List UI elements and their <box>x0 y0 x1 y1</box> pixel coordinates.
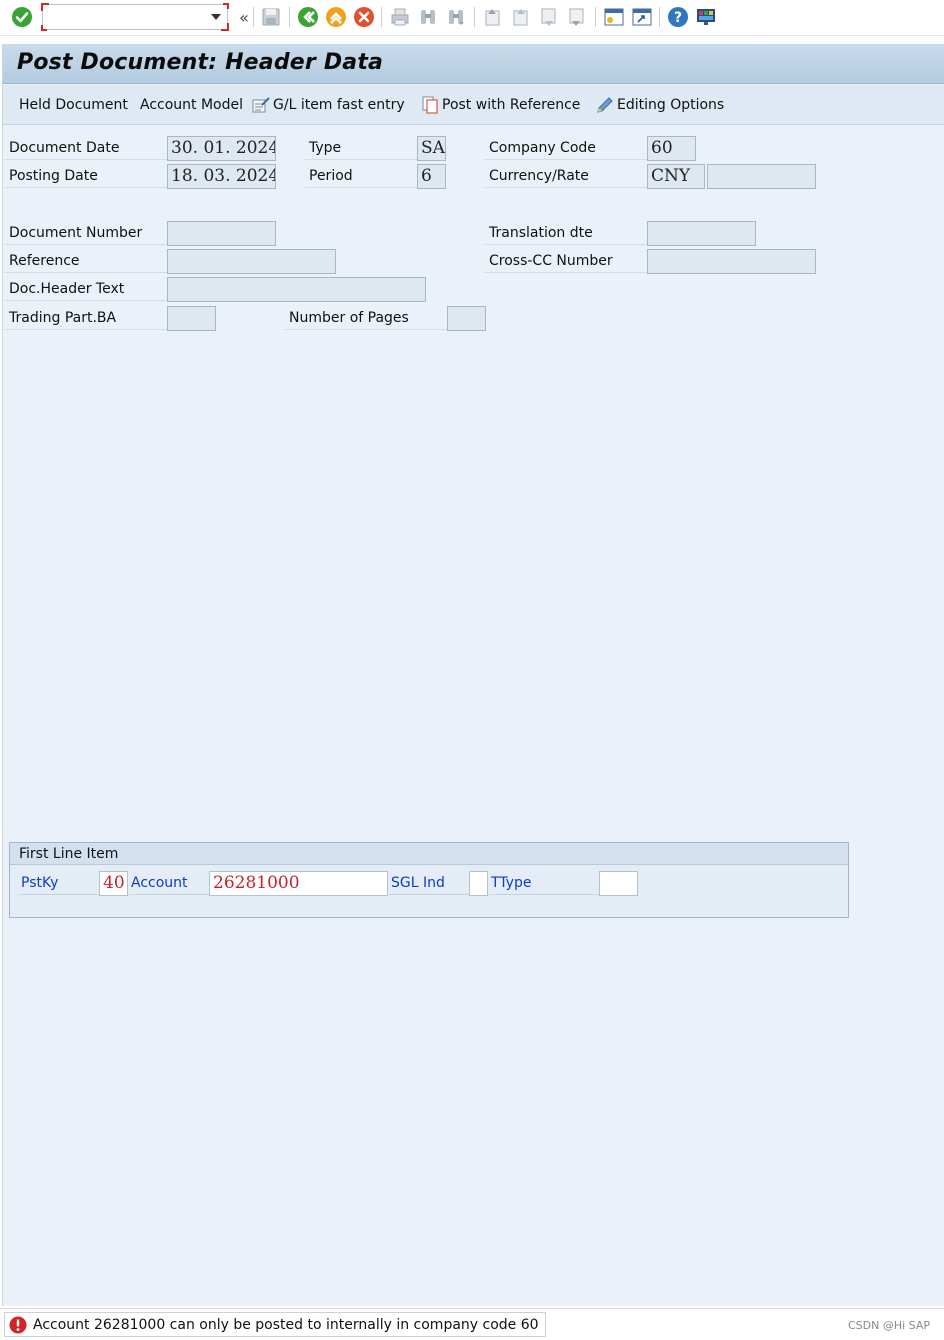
pstky-label: PstKy <box>19 871 99 895</box>
trading-part-ba-field[interactable] <box>167 306 216 331</box>
trading-part-ba-label: Trading Part.BA <box>5 306 167 330</box>
fast-entry-icon <box>252 97 270 113</box>
first-line-item-group: First Line Item PstKy 40 Account 2628100… <box>9 842 849 918</box>
cancel-icon[interactable] <box>352 5 376 29</box>
customize-layout-icon[interactable] <box>694 5 718 29</box>
company-code-field[interactable]: 60 <box>647 136 696 161</box>
status-message-text: Account 26281000 can only be posted to i… <box>33 1316 539 1333</box>
enter-icon[interactable] <box>10 5 34 29</box>
first-line-item-title: First Line Item <box>10 843 848 865</box>
screen-area: Post Document: Header Data Held Document… <box>2 44 944 1306</box>
translation-date-label: Translation dte <box>485 221 647 245</box>
doc-header-text-field[interactable] <box>167 277 426 302</box>
ttype-label: TType <box>489 871 599 895</box>
sgl-ind-field[interactable] <box>469 871 488 896</box>
post-with-reference-label: Post with Reference <box>442 97 581 113</box>
ttype-field[interactable] <box>599 871 638 896</box>
save-icon[interactable] <box>259 5 283 29</box>
account-label: Account <box>129 871 209 895</box>
back-icon[interactable] <box>296 5 320 29</box>
page-title: Post Document: Header Data <box>17 50 384 75</box>
posting-date-field[interactable]: 18. 03. 2024 <box>167 164 276 189</box>
command-field[interactable] <box>41 3 229 31</box>
cross-cc-number-label: Cross-CC Number <box>485 249 647 273</box>
document-number-field[interactable] <box>167 221 276 246</box>
sgl-ind-label: SGL Ind <box>389 871 469 895</box>
account-model-label: Account Model <box>140 97 244 113</box>
find-icon[interactable] <box>416 5 440 29</box>
system-toolbar: « ? <box>0 0 944 36</box>
create-session-icon[interactable] <box>602 5 626 29</box>
title-bar: Post Document: Header Data <box>3 44 944 84</box>
pstky-field[interactable]: 40 <box>99 871 128 896</box>
svg-text:?: ? <box>674 10 682 26</box>
exit-icon[interactable] <box>324 5 348 29</box>
currency-rate-label: Currency/Rate <box>485 164 647 188</box>
find-next-icon[interactable] <box>444 5 468 29</box>
document-date-label: Document Date <box>5 136 167 160</box>
posting-date-label: Posting Date <box>5 164 167 188</box>
help-icon[interactable]: ? <box>666 5 690 29</box>
editing-options-button[interactable]: Editing Options <box>595 94 724 116</box>
gl-fast-entry-button[interactable]: G/L item fast entry <box>251 94 405 116</box>
post-with-reference-button[interactable]: Post with Reference <box>420 94 580 116</box>
account-field[interactable]: 26281000 <box>209 871 388 896</box>
gl-fast-entry-label: G/L item fast entry <box>273 97 405 113</box>
currency-field[interactable]: CNY <box>647 164 705 189</box>
cross-cc-number-field[interactable] <box>647 249 816 274</box>
status-bar: Account 26281000 can only be posted to i… <box>0 1308 944 1340</box>
doc-header-text-label: Doc.Header Text <box>5 277 167 301</box>
application-toolbar: Held Document Account Model G/L item fas… <box>3 85 944 125</box>
period-field[interactable]: 6 <box>417 164 446 189</box>
command-input[interactable] <box>47 5 207 27</box>
copy-document-icon <box>422 96 438 114</box>
pencil-icon <box>597 97 613 113</box>
reference-field[interactable] <box>167 249 336 274</box>
reference-label: Reference <box>5 249 167 273</box>
editing-options-label: Editing Options <box>617 97 725 113</box>
last-page-icon[interactable] <box>565 5 589 29</box>
document-number-label: Document Number <box>5 221 167 245</box>
exchange-rate-field[interactable] <box>707 164 816 189</box>
company-code-label: Company Code <box>485 136 647 160</box>
held-document-label: Held Document <box>19 97 128 113</box>
next-page-icon[interactable] <box>537 5 561 29</box>
chevron-down-icon[interactable] <box>211 14 221 20</box>
number-of-pages-label: Number of Pages <box>285 306 447 330</box>
held-document-button[interactable]: Held Document <box>19 94 128 116</box>
print-icon[interactable] <box>388 5 412 29</box>
account-model-button[interactable]: Account Model <box>140 94 243 116</box>
error-icon <box>9 1316 27 1333</box>
watermark: CSDN @Hi SAP <box>847 1319 930 1332</box>
shortcut-icon[interactable] <box>630 5 654 29</box>
first-page-icon[interactable] <box>481 5 505 29</box>
translation-date-field[interactable] <box>647 221 756 246</box>
period-label: Period <box>305 164 417 188</box>
type-label: Type <box>305 136 417 160</box>
status-message[interactable]: Account 26281000 can only be posted to i… <box>4 1312 546 1337</box>
previous-page-icon[interactable] <box>509 5 533 29</box>
number-of-pages-field[interactable] <box>447 306 486 331</box>
type-field[interactable]: SA <box>417 136 446 161</box>
document-date-field[interactable]: 30. 01. 2024 <box>167 136 276 161</box>
